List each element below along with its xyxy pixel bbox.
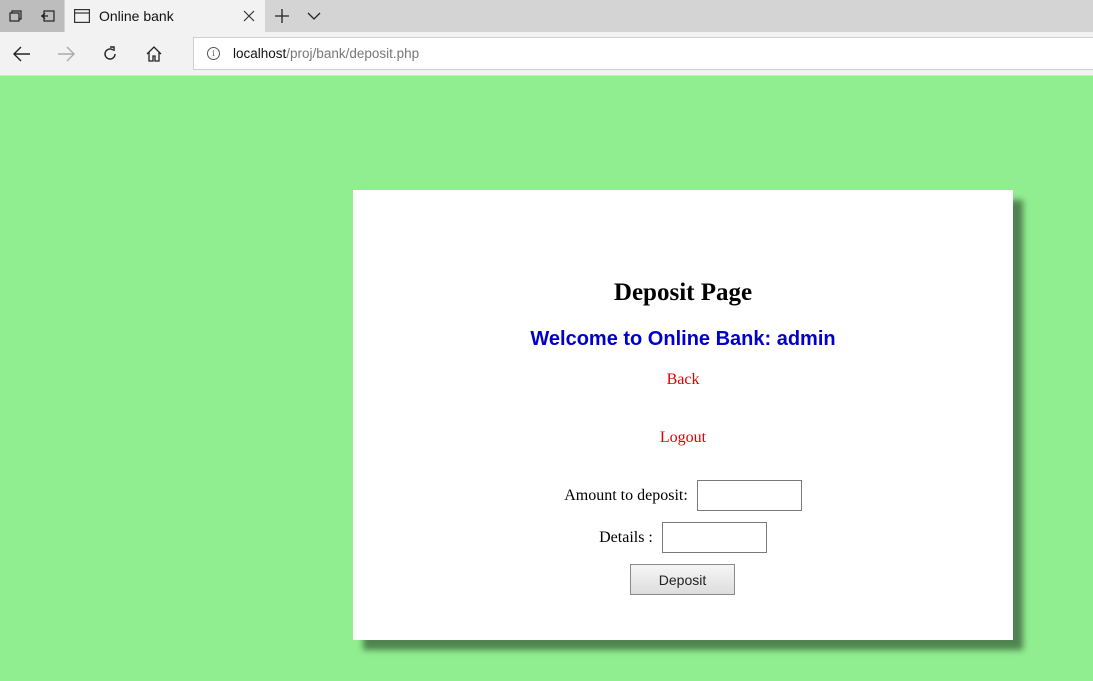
set-tabs-aside-icon[interactable] bbox=[32, 0, 64, 32]
back-arrow-icon[interactable] bbox=[0, 32, 44, 76]
deposit-button[interactable]: Deposit bbox=[630, 564, 735, 595]
details-input[interactable] bbox=[661, 522, 767, 553]
back-link[interactable]: Back bbox=[353, 371, 1013, 389]
deposit-card: Deposit Page Welcome to Online Bank: adm… bbox=[353, 190, 1013, 640]
forward-arrow-icon[interactable] bbox=[44, 32, 88, 76]
url-host: localhost bbox=[233, 46, 287, 61]
browser-tab-strip: Online bank bbox=[0, 0, 1093, 32]
welcome-heading: Welcome to Online Bank: admin bbox=[530, 328, 836, 350]
chevron-down-icon[interactable] bbox=[298, 0, 330, 32]
address-bar[interactable]: i localhost/proj/bank/deposit.php bbox=[193, 37, 1093, 70]
page-title: Deposit Page bbox=[613, 279, 753, 306]
new-tab-icon[interactable] bbox=[266, 0, 298, 32]
tab-groups-icon[interactable] bbox=[0, 0, 32, 32]
url-text: localhost/proj/bank/deposit.php bbox=[233, 46, 419, 61]
home-icon[interactable] bbox=[132, 32, 176, 76]
tab-online-bank[interactable]: Online bank bbox=[65, 0, 265, 32]
logout-link[interactable]: Logout bbox=[353, 429, 1013, 447]
refresh-icon[interactable] bbox=[88, 32, 132, 76]
page-icon bbox=[74, 9, 90, 23]
info-icon[interactable]: i bbox=[207, 47, 220, 60]
details-label: Details : bbox=[599, 528, 653, 546]
details-row: Details : bbox=[353, 522, 1013, 553]
amount-row: Amount to deposit: bbox=[353, 480, 1013, 511]
url-path: /proj/bank/deposit.php bbox=[286, 46, 420, 61]
amount-label: Amount to deposit: bbox=[564, 486, 688, 504]
tab-title: Online bank bbox=[99, 8, 174, 24]
close-tab-icon[interactable] bbox=[233, 0, 265, 32]
amount-input[interactable] bbox=[696, 480, 802, 511]
browser-toolbar: i localhost/proj/bank/deposit.php bbox=[0, 32, 1093, 76]
